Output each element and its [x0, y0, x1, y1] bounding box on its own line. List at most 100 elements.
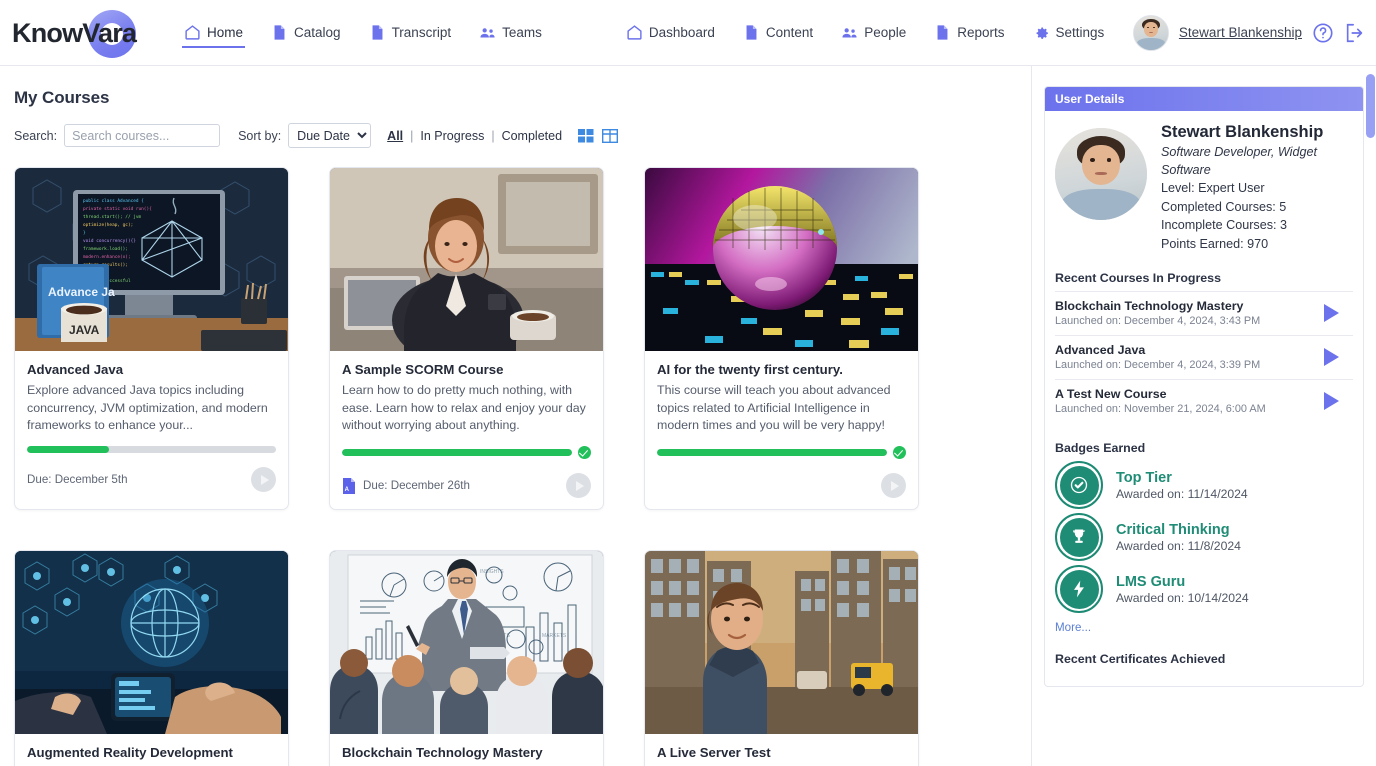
nav-item-content[interactable]: Content	[729, 0, 827, 66]
app-logo[interactable]: KnowVara	[10, 8, 142, 58]
grid-view-icon[interactable]	[578, 128, 594, 143]
nav-item-teams[interactable]: Teams	[465, 0, 556, 66]
page-title: My Courses	[14, 88, 110, 107]
search-label: Search:	[14, 128, 58, 143]
course-card-body: A Sample SCORM Course Learn how to do pr…	[330, 351, 603, 509]
recent-course-item[interactable]: A Test New Course Launched on: November …	[1055, 379, 1353, 423]
table-view-icon[interactable]	[602, 128, 619, 143]
recent-course-name: Blockchain Technology Mastery	[1055, 299, 1244, 313]
header-user-name[interactable]: Stewart Blankenship	[1179, 25, 1302, 40]
course-play-button[interactable]	[881, 473, 906, 498]
nav-item-dashboard[interactable]: Dashboard	[612, 0, 729, 66]
svg-text:INSIGHTS: INSIGHTS	[480, 569, 504, 575]
course-card[interactable]: INSIGHTSCONCEPTSMARKETS	[329, 550, 604, 766]
badge-ring	[1055, 461, 1103, 509]
recent-course-launched: Launched on: December 4, 2024, 3:43 PM	[1055, 315, 1261, 327]
user-details-panel: User Details Stewart Blankenship Softwar…	[1044, 86, 1364, 687]
course-title: A Live Server Test	[657, 745, 771, 760]
badge-item[interactable]: Critical Thinking Awarded on: 11/8/2024	[1055, 513, 1353, 561]
nav-label-transcript: Transcript	[391, 25, 452, 40]
progress-bar	[657, 449, 887, 456]
user-info: Stewart Blankenship Software Developer, …	[1161, 123, 1353, 253]
recent-course-launched: Launched on: November 21, 2024, 6:00 AM	[1055, 403, 1266, 415]
user-role: Software Developer, Widget Software	[1161, 145, 1317, 177]
course-title: A Sample SCORM Course	[342, 362, 504, 377]
course-card[interactable]: public class Advanced { private static v…	[14, 167, 289, 510]
course-progress-row	[27, 446, 276, 453]
badge-item[interactable]: Top Tier Awarded on: 11/14/2024	[1055, 461, 1353, 509]
badge-text: LMS Guru Awarded on: 10/14/2024	[1116, 574, 1249, 605]
course-title: Blockchain Technology Mastery	[342, 745, 543, 760]
svg-text:optimize(heap, gc);: optimize(heap, gc);	[83, 222, 133, 228]
check-badge-icon	[1059, 465, 1099, 505]
badge-text: Critical Thinking Awarded on: 11/8/2024	[1116, 522, 1241, 553]
course-thumbnail-man-city-street	[645, 551, 918, 734]
user-details-panel-body: Stewart Blankenship Software Developer, …	[1045, 111, 1363, 686]
bolt-badge-icon	[1059, 569, 1099, 609]
file-icon	[372, 25, 383, 40]
recent-course-launched: Launched on: December 4, 2024, 3:39 PM	[1055, 359, 1261, 371]
nav-item-reports[interactable]: Reports	[920, 0, 1018, 66]
logout-icon[interactable]	[1344, 22, 1366, 44]
nav-label-teams: Teams	[502, 25, 542, 40]
user-summary: Stewart Blankenship Software Developer, …	[1055, 123, 1353, 253]
page-scrollbar[interactable]	[1366, 66, 1375, 766]
primary-nav: Home Catalog Transcript Teams	[170, 0, 556, 66]
course-card[interactable]: Augmented Reality Development This cours…	[14, 550, 289, 766]
courses-toolbar: Search: Sort by: Due Date All | In Progr…	[14, 123, 1031, 148]
user-avatar	[1055, 128, 1147, 220]
progress-bar	[27, 446, 276, 453]
badge-ring	[1055, 565, 1103, 613]
badge-item[interactable]: LMS Guru Awarded on: 10/14/2024	[1055, 565, 1353, 613]
recent-course-text: Advanced Java Launched on: December 4, 2…	[1055, 343, 1324, 371]
question-circle-icon[interactable]	[1312, 22, 1334, 44]
course-card[interactable]: A Live Server Test A live server test	[644, 550, 919, 766]
course-card-body: Advanced Java Explore advanced Java topi…	[15, 351, 288, 503]
search-input[interactable]	[64, 124, 221, 147]
badge-awarded-date: Awarded on: 11/8/2024	[1116, 538, 1241, 553]
nav-item-catalog[interactable]: Catalog	[257, 0, 355, 66]
svg-text:private static void run(){: private static void run(){	[83, 206, 152, 212]
user-details-panel-title: User Details	[1045, 87, 1363, 111]
recent-course-name: A Test New Course	[1055, 387, 1167, 401]
user-incomplete-courses: Incomplete Courses: 3	[1161, 218, 1287, 232]
filter-separator: |	[491, 128, 495, 143]
course-play-button[interactable]	[251, 467, 276, 492]
filter-completed[interactable]: Completed	[502, 129, 562, 143]
scrollbar-thumb[interactable]	[1366, 74, 1375, 138]
course-completed-check-icon	[578, 446, 591, 459]
filter-all[interactable]: All	[387, 129, 403, 143]
recent-course-item[interactable]: Advanced Java Launched on: December 4, 2…	[1055, 335, 1353, 379]
play-icon[interactable]	[1324, 348, 1339, 366]
nav-label-reports: Reports	[957, 25, 1005, 40]
sort-select[interactable]: Due Date	[288, 123, 372, 148]
recent-course-text: A Test New Course Launched on: November …	[1055, 387, 1324, 415]
trophy-badge-icon	[1059, 517, 1099, 557]
pdf-file-icon[interactable]: A	[342, 477, 356, 494]
nav-item-home[interactable]: Home	[170, 0, 257, 66]
course-completed-check-icon	[893, 446, 906, 459]
course-play-button[interactable]	[566, 473, 591, 498]
nav-item-people[interactable]: People	[827, 0, 920, 66]
home-icon	[627, 25, 642, 40]
course-description: This course will teach you about advance…	[657, 383, 891, 432]
course-title: Advanced Java	[27, 362, 124, 377]
avatar[interactable]	[1132, 14, 1169, 51]
badges-more-link[interactable]: More...	[1055, 621, 1353, 634]
nav-item-transcript[interactable]: Transcript	[355, 0, 466, 66]
badge-name: Critical Thinking	[1116, 521, 1230, 538]
course-card[interactable]: AI for the twenty first century. This co…	[644, 167, 919, 510]
filter-in-progress[interactable]: In Progress	[420, 129, 484, 143]
nav-label-settings: Settings	[1055, 25, 1105, 40]
nav-label-home: Home	[207, 25, 244, 40]
recent-course-item[interactable]: Blockchain Technology Mastery Launched o…	[1055, 291, 1353, 335]
play-icon[interactable]	[1324, 304, 1339, 322]
file-icon	[937, 25, 948, 40]
course-title: AI for the twenty first century.	[657, 362, 843, 377]
nav-item-settings[interactable]: Settings	[1019, 0, 1119, 66]
course-title: Augmented Reality Development	[27, 745, 233, 760]
gear-icon	[1036, 27, 1048, 39]
course-card-body: Blockchain Technology Mastery Explore bl…	[330, 734, 603, 766]
course-card[interactable]: A Sample SCORM Course Learn how to do pr…	[329, 167, 604, 510]
play-icon[interactable]	[1324, 392, 1339, 410]
